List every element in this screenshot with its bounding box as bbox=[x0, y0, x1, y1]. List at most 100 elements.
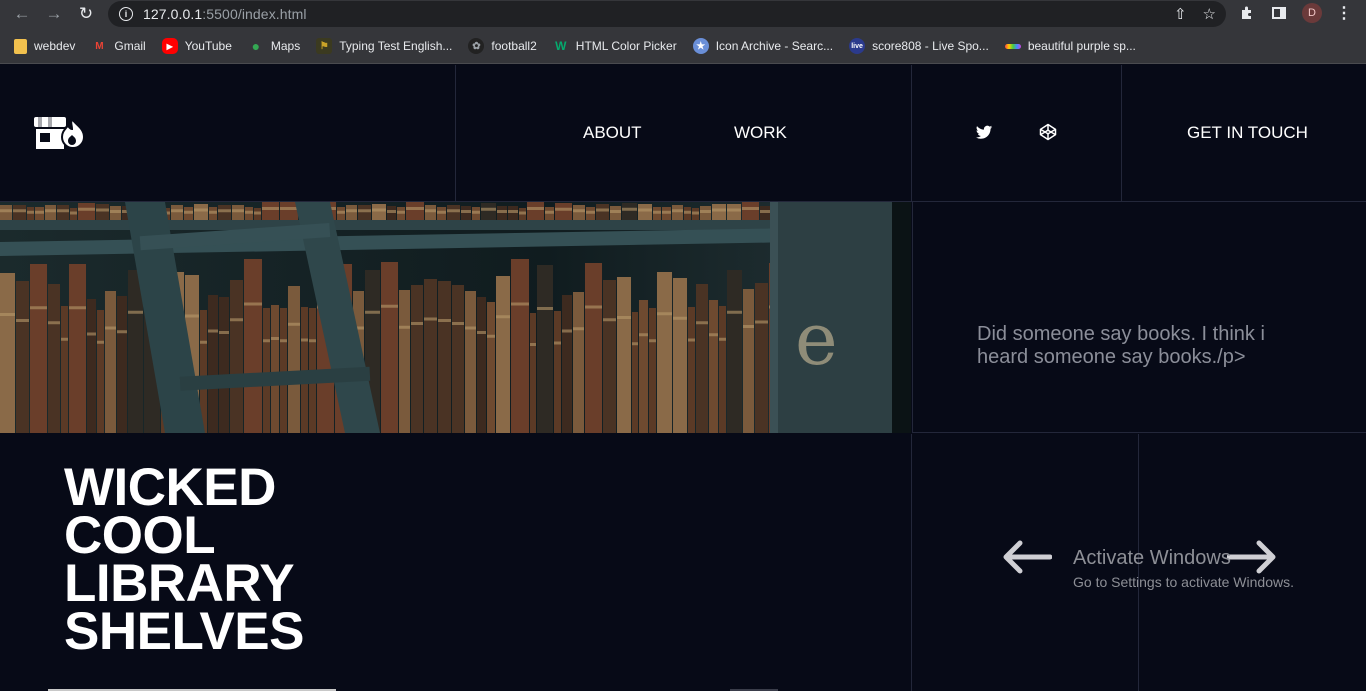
book-band bbox=[244, 302, 262, 306]
bookmark-football2[interactable]: ✿ football2 bbox=[468, 38, 537, 54]
more-menu-icon[interactable]: ⋮ bbox=[1336, 3, 1352, 23]
book-band bbox=[262, 207, 279, 210]
book-band bbox=[603, 318, 616, 322]
book-spine bbox=[673, 278, 687, 433]
book-band bbox=[742, 207, 759, 210]
bookmark-purple-sp[interactable]: beautiful purple sp... bbox=[1004, 39, 1136, 53]
book-spine bbox=[662, 207, 671, 222]
watermark-subtitle: Go to Settings to activate Windows. bbox=[1073, 574, 1294, 590]
book-spine bbox=[638, 204, 652, 222]
book-spine bbox=[573, 292, 584, 433]
address-bar[interactable]: i 127.0.0.1:5500/index.html ⇧ ☆ bbox=[108, 1, 1226, 27]
reload-icon[interactable]: ↻ bbox=[74, 2, 98, 26]
book-spine bbox=[97, 310, 104, 433]
book-band bbox=[35, 210, 44, 214]
back-arrow-icon[interactable]: ← bbox=[10, 2, 34, 26]
book-band bbox=[365, 310, 380, 314]
book-spine bbox=[530, 313, 536, 433]
book-band bbox=[622, 207, 637, 211]
store-fire-logo-icon[interactable] bbox=[32, 113, 86, 153]
bookmark-label: YouTube bbox=[184, 39, 232, 53]
title-line: WICKED bbox=[64, 458, 276, 517]
bookmark-label: Icon Archive - Searc... bbox=[715, 39, 834, 53]
book-band bbox=[700, 210, 711, 213]
book-spine bbox=[424, 279, 437, 433]
book-band bbox=[16, 319, 29, 322]
book-band bbox=[171, 209, 183, 213]
football-icon: ✿ bbox=[468, 38, 485, 54]
book-band bbox=[411, 322, 423, 325]
bookmark-webdev[interactable]: webdev bbox=[14, 38, 75, 54]
book-band bbox=[585, 305, 602, 309]
book-band bbox=[497, 210, 507, 213]
book-band bbox=[461, 210, 471, 213]
book-band bbox=[271, 337, 279, 340]
forward-arrow-icon[interactable]: → bbox=[42, 2, 66, 26]
nav-about-link[interactable]: ABOUT bbox=[583, 123, 642, 143]
bookmark-html-color-picker[interactable]: W HTML Color Picker bbox=[553, 38, 677, 54]
book-band bbox=[185, 314, 199, 318]
book-band bbox=[688, 338, 695, 342]
social-cell bbox=[912, 65, 1122, 201]
url-text[interactable]: 127.0.0.1:5500/index.html bbox=[143, 6, 307, 22]
bookmark-gmail[interactable]: M Gmail bbox=[91, 38, 146, 54]
book-spine bbox=[519, 208, 526, 222]
twitter-icon[interactable] bbox=[975, 123, 993, 141]
book-band bbox=[381, 304, 398, 308]
book-band bbox=[30, 306, 47, 310]
book-band bbox=[662, 210, 671, 214]
bookmark-star-icon[interactable]: ☆ bbox=[1203, 5, 1216, 23]
book-spine bbox=[438, 281, 451, 433]
book-spine bbox=[0, 273, 15, 433]
book-band bbox=[45, 209, 56, 213]
book-spine bbox=[425, 205, 436, 222]
book-spine bbox=[585, 263, 602, 433]
book-spine bbox=[684, 207, 691, 222]
book-band bbox=[184, 210, 193, 214]
bookmark-label: score808 - Live Spo... bbox=[872, 39, 989, 53]
book-spine bbox=[649, 308, 656, 433]
bookmark-label: Gmail bbox=[114, 39, 146, 53]
book-spine bbox=[35, 207, 44, 222]
get-in-touch-link[interactable]: GET IN TOUCH bbox=[1187, 123, 1308, 143]
book-spine bbox=[639, 300, 648, 433]
profile-avatar[interactable]: D bbox=[1302, 3, 1322, 23]
side-panel-icon[interactable] bbox=[1270, 4, 1288, 22]
bookmark-youtube[interactable]: ▶ YouTube bbox=[161, 38, 232, 54]
book-spine bbox=[280, 202, 298, 222]
book-spine bbox=[69, 264, 86, 433]
bookmark-maps[interactable]: ● Maps bbox=[248, 38, 301, 54]
arrow-left-icon[interactable] bbox=[1000, 539, 1052, 575]
maps-icon: ● bbox=[251, 38, 261, 54]
book-spine bbox=[105, 291, 116, 433]
live-icon: live bbox=[849, 38, 866, 54]
book-spine bbox=[78, 203, 95, 222]
book-band bbox=[87, 332, 96, 336]
site-info-icon[interactable]: i bbox=[119, 7, 133, 21]
share-icon[interactable]: ⇧ bbox=[1174, 5, 1187, 23]
book-band bbox=[617, 316, 631, 319]
codepen-icon[interactable] bbox=[1039, 123, 1057, 141]
book-spine bbox=[727, 270, 742, 433]
book-spine bbox=[755, 283, 768, 433]
book-band bbox=[209, 210, 217, 214]
book-band bbox=[424, 317, 437, 321]
book-spine bbox=[527, 202, 544, 222]
book-spine bbox=[387, 206, 396, 222]
bookmark-typing-test[interactable]: ⚑ Typing Test English... bbox=[316, 38, 452, 54]
book-spine bbox=[301, 307, 308, 433]
bookmark-score808[interactable]: live score808 - Live Spo... bbox=[849, 38, 989, 54]
book-band bbox=[372, 208, 386, 212]
nav-work-link[interactable]: WORK bbox=[734, 123, 787, 143]
book-band bbox=[653, 210, 661, 214]
bookmark-icon-archive[interactable]: ★ Icon Archive - Searc... bbox=[692, 38, 834, 54]
book-spine bbox=[496, 276, 510, 433]
book-band bbox=[727, 208, 741, 212]
bookmark-label: beautiful purple sp... bbox=[1027, 39, 1136, 53]
extensions-puzzle-icon[interactable] bbox=[1238, 4, 1256, 22]
book-band bbox=[562, 329, 572, 333]
book-band bbox=[481, 207, 496, 211]
book-spine bbox=[411, 285, 423, 433]
book-band bbox=[743, 325, 754, 328]
book-spine bbox=[346, 205, 357, 222]
